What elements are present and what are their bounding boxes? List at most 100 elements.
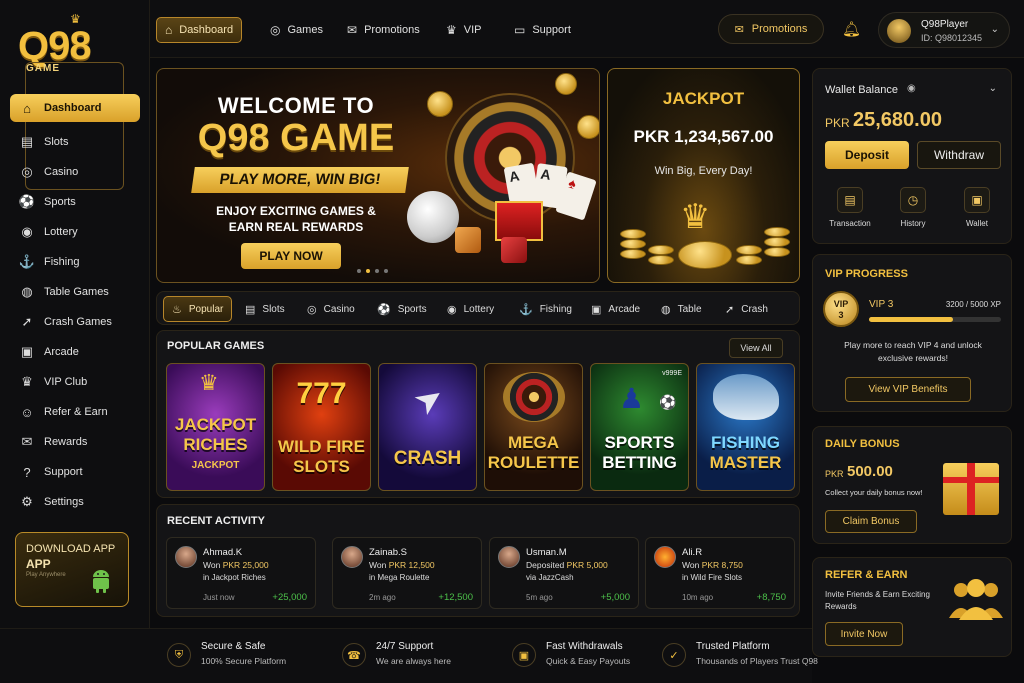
sidebar-item-rewards[interactable]: ✉ Rewards <box>10 428 140 456</box>
fish-icon: ⚓ <box>519 303 533 316</box>
tab-sports[interactable]: ⚽ Sports <box>369 296 435 322</box>
banner-brand: Q98 GAME <box>197 117 395 159</box>
sidebar-item-label: VIP Club <box>44 376 88 388</box>
tab-table[interactable]: ◍ Table <box>653 296 710 322</box>
game-card-mega-roulette[interactable]: MEGA ROULETTE <box>484 363 583 491</box>
gear-icon: ⚙ <box>21 494 33 509</box>
sidebar-item-arcade[interactable]: ▣ Arcade <box>10 338 140 366</box>
sidebar-item-lottery[interactable]: ◉ Lottery <box>10 218 140 246</box>
nav-vip[interactable]: ♛ VIP <box>438 17 490 43</box>
sidebar-item-support[interactable]: ? Support <box>10 458 140 486</box>
activity-item[interactable]: Ahmad.K Won PKR 25,000 in Jackpot Riches… <box>166 537 316 609</box>
nav-dashboard[interactable]: ⌂ Dashboard <box>156 17 243 43</box>
crown-icon: ♛ <box>680 198 711 236</box>
wallet-shortcut[interactable]: ▣ Wallet <box>952 187 1002 228</box>
nav-games[interactable]: ◎ Games <box>262 17 331 43</box>
deposit-button[interactable]: Deposit <box>825 141 909 169</box>
view-all-button[interactable]: View All <box>729 338 783 358</box>
activity-detail: in Mega Roulette <box>369 573 430 582</box>
eye-icon[interactable]: ◉ <box>907 83 916 94</box>
jackpot-amount: PKR 1,234,567.00 <box>633 127 774 146</box>
user-profile-menu[interactable]: Q98Player ID: Q98012345 ⌄ <box>878 12 1010 48</box>
tab-arcade[interactable]: ▣ Arcade <box>583 296 648 322</box>
avatar <box>175 546 197 568</box>
notification-bell-icon[interactable]: 🔔︎ <box>842 20 861 38</box>
sidebar-item-crash-games[interactable]: ➚ Crash Games <box>10 308 140 336</box>
coin-stack-graphic <box>736 245 762 255</box>
popular-games-title: POPULAR GAMES <box>167 340 265 352</box>
claim-bonus-button[interactable]: Claim Bonus <box>825 510 917 533</box>
sidebar-item-casino[interactable]: ◎ Casino <box>10 158 140 186</box>
jackpot-card[interactable]: JACKPOT PKR 1,234,567.00 Win Big, Every … <box>607 68 800 283</box>
history-shortcut[interactable]: ◷ History <box>888 187 938 228</box>
sidebar-item-label: Dashboard <box>44 102 102 114</box>
banner-subtext: ENJOY EXCITING GAMES & EARN REAL REWARDS <box>177 203 415 235</box>
game-card-sports-betting[interactable]: v999E ♟ ⚽ SPORTS BETTING <box>590 363 689 491</box>
coin-graphic <box>427 91 453 117</box>
feature-title: 24/7 Support <box>376 641 434 652</box>
carousel-dot[interactable] <box>384 269 388 273</box>
welcome-banner[interactable]: WELCOME TO Q98 GAME PLAY MORE, WIN BIG! … <box>156 68 600 283</box>
transaction-shortcut[interactable]: ▤ Transaction <box>825 187 875 228</box>
recent-activity-section: RECENT ACTIVITY Ahmad.K Won PKR 25,000 i… <box>156 504 800 617</box>
nav-label: Games <box>287 24 323 36</box>
download-app-card[interactable]: DOWNLOAD APP APP Play Anywhere <box>15 532 129 607</box>
feature-subtitle: We are always here <box>376 656 451 666</box>
activity-value: PKR 25,000 <box>222 560 269 570</box>
carousel-dot-active[interactable] <box>366 269 370 273</box>
nav-label: Support <box>532 24 571 36</box>
sidebar-item-settings[interactable]: ⚙ Settings <box>10 488 140 516</box>
tab-fishing[interactable]: ⚓ Fishing <box>511 296 580 322</box>
withdraw-button[interactable]: Withdraw <box>917 141 1001 169</box>
sidebar-item-label: Support <box>44 466 83 478</box>
game-card-crash[interactable]: ➤ CRASH <box>378 363 477 491</box>
activity-item[interactable]: Usman.M Deposited PKR 5,000 via JazzCash… <box>489 537 639 609</box>
q98-logo[interactable]: ♛ Q98 GAME <box>18 12 130 190</box>
nav-promotions[interactable]: ✉ Promotions <box>339 17 428 43</box>
table-games-icon: ◍ <box>661 303 671 316</box>
game-card-wild-fire-slots[interactable]: 777 WILD FIRE SLOTS <box>272 363 371 491</box>
sidebar-item-slots[interactable]: ▤ Slots <box>10 128 140 156</box>
sidebar-item-label: Crash Games <box>44 316 112 328</box>
tab-crash[interactable]: ➚ Crash <box>717 296 776 322</box>
nav-support[interactable]: ▭ Support <box>506 17 579 43</box>
coin-stack-graphic <box>648 255 674 265</box>
tab-slots[interactable]: ▤ Slots <box>237 296 293 322</box>
tab-label: Lottery <box>463 303 495 315</box>
tab-label: Slots <box>262 303 285 315</box>
sidebar-item-dashboard[interactable]: ⌂ Dashboard <box>10 94 140 122</box>
sidebar-item-table-games[interactable]: ◍ Table Games <box>10 278 140 306</box>
home-icon: ⌂ <box>165 23 173 37</box>
soccer-player-graphic: ♟ <box>619 383 645 414</box>
tab-label: Casino <box>323 303 355 315</box>
game-card-jackpot-riches[interactable]: ♛ JACKPOT RICHES JACKPOT <box>166 363 265 491</box>
help-icon: ? <box>23 464 31 480</box>
game-tag: JACKPOT <box>191 460 240 471</box>
sidebar-item-refer-earn[interactable]: ☺ Refer & Earn <box>10 398 140 426</box>
chevron-down-icon[interactable]: ⌄ <box>989 83 997 94</box>
carousel-dot[interactable] <box>357 269 361 273</box>
receipt-icon: ▤ <box>837 187 863 213</box>
promotions-button[interactable]: ✉ Promotions <box>718 14 824 44</box>
carousel-dot[interactable] <box>375 269 379 273</box>
activity-item[interactable]: Zainab.S Won PKR 12,500 in Mega Roulette… <box>332 537 482 609</box>
sidebar-item-label: Slots <box>44 136 69 148</box>
shield-icon: ⛨ <box>167 643 191 667</box>
coin-stack-graphic <box>764 237 790 247</box>
sidebar-item-sports[interactable]: ⚽ Sports <box>10 188 140 216</box>
soccer-ball-icon: ⚽ <box>377 303 391 316</box>
activity-item[interactable]: Ali.R Won PKR 8,750 in Wild Fire Slots 1… <box>645 537 795 609</box>
soccer-ball-icon: ⚽ <box>18 194 36 209</box>
invite-now-button[interactable]: Invite Now <box>825 622 903 646</box>
tab-casino[interactable]: ◎ Casino <box>299 296 363 322</box>
tab-popular[interactable]: ♨ Popular <box>163 296 233 322</box>
tab-lottery[interactable]: ◉ Lottery <box>439 296 502 322</box>
coin-stack-graphic <box>620 229 646 239</box>
view-vip-benefits-button[interactable]: View VIP Benefits <box>845 377 971 402</box>
play-now-button[interactable]: PLAY NOW <box>241 243 341 269</box>
game-card-fishing-master[interactable]: FISHING MASTER <box>696 363 795 491</box>
android-icon <box>90 569 112 599</box>
sidebar-item-fishing[interactable]: ⚓ Fishing <box>10 248 140 276</box>
coin-stack-graphic <box>620 239 646 249</box>
sidebar-item-vip-club[interactable]: ♛ VIP Club <box>10 368 140 396</box>
